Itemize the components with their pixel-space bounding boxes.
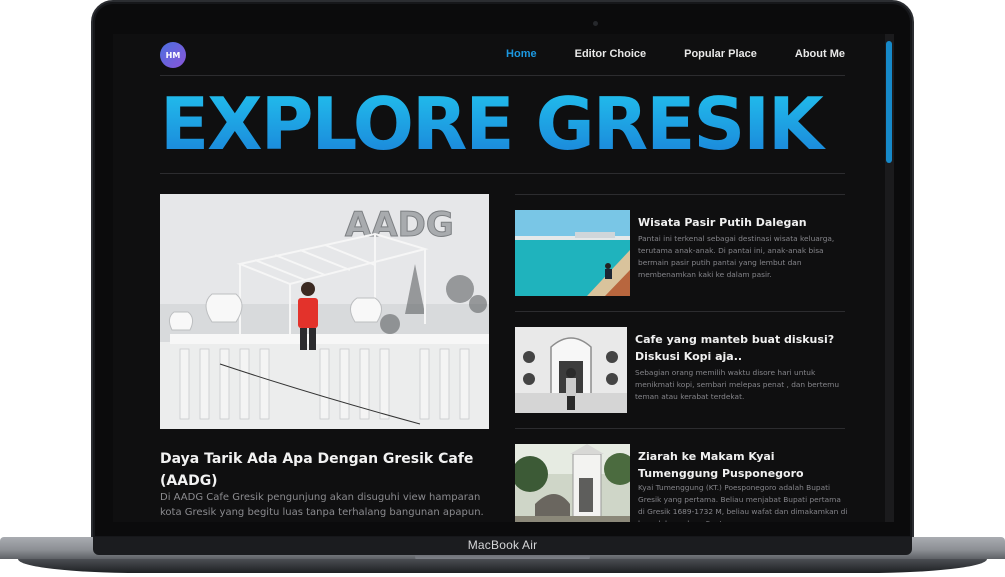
featured-title[interactable]: Daya Tarik Ada Apa Dengan Gresik Cafe (A… [160,448,490,492]
tomb-photo-illustration [515,444,630,522]
nav-home[interactable]: Home [506,48,537,60]
browser-screen: HM Home Editor Choice Popular Place Abou… [113,34,894,522]
featured-image[interactable]: AADG [160,194,489,429]
navbar: HM Home Editor Choice Popular Place Abou… [160,42,845,68]
camera-dot [593,21,598,26]
scrollbar[interactable] [885,34,894,522]
device-label: MacBook Air [467,538,538,552]
card-title[interactable]: Ziarah ke Makam Kyai Tumenggung Pusponeg… [638,448,848,482]
beach-thumbnail[interactable] [515,210,630,296]
cafe-photo-illustration: AADG [160,194,489,429]
divider [515,428,845,429]
site-logo[interactable]: HM [160,42,186,68]
article-card[interactable]: Ziarah ke Makam Kyai Tumenggung Pusponeg… [515,444,848,522]
card-title[interactable]: Wisata Pasir Putih Dalegan [638,214,848,231]
divider [515,311,845,312]
card-text: Kyai Tumenggung (KT.) Poesponegoro adala… [638,483,848,522]
cafe-thumbnail[interactable] [515,327,627,413]
card-text: Pantai ini terkenal sebagai destinasi wi… [638,234,835,279]
divider [160,75,845,76]
divider [160,173,845,174]
scrollbar-thumb[interactable] [886,41,892,163]
nav-about-me[interactable]: About Me [795,48,845,60]
featured-text: Di AADG Cafe Gresik pengunjung akan disu… [160,492,484,518]
base-bottom [18,559,987,573]
cafe-photo-illustration [515,327,627,413]
article-card[interactable]: Cafe yang manteb buat diskusi? Diskusi K… [515,327,845,417]
tomb-thumbnail[interactable] [515,444,630,522]
card-text: Sebagian orang memilih waktu disore hari… [635,368,840,401]
nav-menu: Home Editor Choice Popular Place About M… [468,48,845,60]
article-card[interactable]: Wisata Pasir Putih Dalegan Pantai ini te… [515,210,845,300]
nav-editor-choice[interactable]: Editor Choice [575,48,647,60]
hero-title: EXPLORE GRESIK [160,84,850,164]
beach-photo-illustration [515,210,630,296]
laptop-mockup: HM Home Editor Choice Popular Place Abou… [0,0,1005,577]
card-title[interactable]: Cafe yang manteb buat diskusi? Diskusi K… [635,331,845,365]
aadg-sign: AADG [345,205,454,245]
laptop-base: MacBook Air [0,537,1005,577]
nav-popular-place[interactable]: Popular Place [684,48,757,60]
divider [515,194,845,195]
